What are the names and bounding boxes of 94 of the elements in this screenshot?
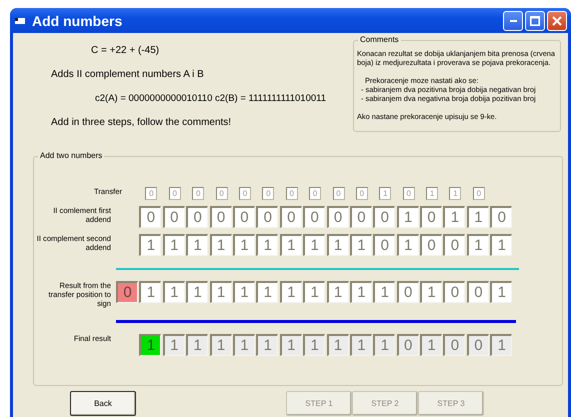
bit-field: 1: [303, 334, 326, 356]
bit-field: 0: [162, 206, 185, 228]
description-text: Adds II complement numbers A i B: [50, 68, 205, 80]
minimize-icon: [510, 20, 516, 22]
bit-field: 1: [162, 334, 185, 356]
bit-field: 0: [443, 334, 466, 356]
bit-field: 1: [280, 234, 302, 256]
carry-field: 0: [192, 187, 204, 200]
bit-field: 1: [186, 234, 208, 256]
maximize-icon: [530, 16, 540, 26]
bit-field: 1: [373, 281, 396, 303]
bit-field: 0: [443, 281, 466, 303]
carry-field: 0: [262, 187, 274, 200]
window-title: Add numbers: [32, 12, 124, 28]
bit-field: 0: [466, 334, 489, 356]
carry-field: 0: [238, 187, 251, 200]
bit-field: 1: [139, 281, 162, 303]
close-icon: [552, 16, 562, 26]
bit-field: 0: [420, 206, 442, 228]
carry-field: 0: [145, 187, 158, 200]
bit-field: 1: [280, 281, 302, 303]
bit-field: 0: [280, 206, 302, 228]
carry-field: 0: [309, 187, 322, 200]
bit-field: 1: [139, 234, 162, 256]
bit-field: 0: [186, 206, 208, 228]
bit-field: 1: [162, 234, 185, 256]
bit-field: 0: [256, 206, 278, 228]
operands-text: c2(A) = 0000000000010110 c2(B) = 1111111111010011: [94, 92, 328, 104]
bit-field: 1: [232, 234, 255, 256]
bit-field: 0: [490, 206, 512, 228]
bit-field: 0: [466, 281, 489, 303]
carry-field: 1: [379, 187, 392, 200]
bit-field: 0: [373, 206, 396, 228]
back-button[interactable]: Back: [70, 391, 136, 416]
bit-field: 1: [350, 281, 372, 303]
carry-field: 0: [356, 187, 368, 200]
carry-field: 1: [449, 187, 462, 200]
bit-field: 1: [420, 334, 442, 356]
bit-field: 1: [396, 234, 419, 256]
carry-field: 0: [286, 187, 298, 200]
bit-field: 1: [232, 281, 255, 303]
bit-field: 0: [210, 206, 232, 228]
bit-field: 1: [210, 234, 232, 256]
bit-field: 0: [303, 206, 326, 228]
bit-field: 1: [303, 281, 326, 303]
bit-field: 0: [326, 206, 349, 228]
bit-field: 1: [396, 206, 419, 228]
bit-field: 1: [162, 281, 185, 303]
bit-field: 1: [280, 334, 302, 356]
bit-field: 1: [443, 206, 466, 228]
carry-field: 1: [426, 187, 438, 200]
bit-field: 1: [490, 281, 512, 303]
equation-text: C = +22 + (-45): [90, 44, 160, 56]
bit-field: 1: [186, 281, 208, 303]
bit-field: 1: [210, 334, 232, 356]
bit-field: 1: [186, 334, 208, 356]
bit-field: 1: [326, 281, 349, 303]
carry-field: 0: [332, 187, 345, 200]
group-title: Add two numbers: [38, 151, 104, 160]
carry-field: 0: [402, 187, 415, 200]
bit-field: 1: [326, 334, 349, 356]
bit-field: 0: [116, 281, 138, 303]
bit-field: 1: [490, 334, 512, 356]
bit-field: 1: [139, 334, 162, 356]
bit-field: 0: [396, 334, 419, 356]
bit-field: 0: [232, 206, 255, 228]
bit-field: 0: [443, 234, 466, 256]
bit-field: 1: [466, 206, 489, 228]
minimize-button[interactable]: [503, 10, 523, 30]
bit-field: 1: [490, 234, 512, 256]
bit-field: 1: [326, 234, 349, 256]
carry-field: 0: [216, 187, 228, 200]
bit-field: 1: [256, 234, 278, 256]
bit-field: 1: [232, 334, 255, 356]
instruction-text: Add in three steps, follow the comments!: [50, 116, 232, 128]
bit-field: 1: [303, 234, 326, 256]
bit-field: 1: [350, 334, 372, 356]
bit-field: 0: [350, 206, 372, 228]
bit-field: 0: [396, 281, 419, 303]
bit-field: 1: [256, 281, 278, 303]
bit-field: 0: [139, 206, 162, 228]
carry-field: 0: [472, 187, 485, 200]
bit-field: 1: [210, 281, 232, 303]
bit-field: 1: [420, 281, 442, 303]
bit-field: 0: [373, 234, 396, 256]
bit-field: 0: [420, 234, 442, 256]
bit-field: 1: [256, 334, 278, 356]
maximize-button[interactable]: [525, 10, 545, 30]
carry-field: 0: [168, 187, 181, 200]
bit-field: 1: [373, 334, 396, 356]
close-button[interactable]: [547, 10, 567, 30]
bit-field: 1: [350, 234, 372, 256]
bit-field: 1: [466, 234, 489, 256]
group-title: Comments: [358, 35, 401, 44]
